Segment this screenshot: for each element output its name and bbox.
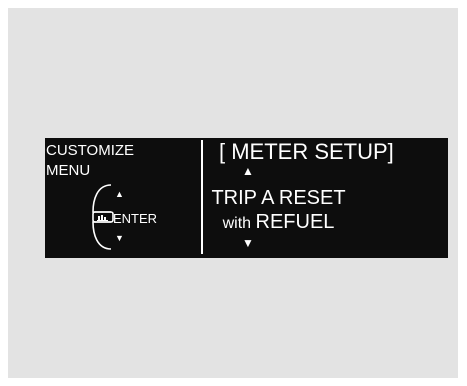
refuel-text: REFUEL — [255, 211, 335, 233]
instrument-display: CUSTOMIZE MENU ▲ ENTER ▼ [ METER SETUP] … — [45, 138, 448, 258]
wheel-up-arrow-icon: ▲ — [115, 189, 124, 199]
wheel-down-arrow-icon: ▼ — [115, 233, 124, 243]
meter-setup-title: [ METER SETUP] — [219, 139, 394, 164]
trip-a-reset-text: TRIP A RESET — [211, 187, 346, 209]
with-text: with — [222, 215, 252, 232]
enter-label: ENTER — [113, 211, 158, 226]
screen-down-arrow-icon: ▼ — [242, 236, 254, 250]
customize-menu-text: CUSTOMIZE MENU — [46, 142, 135, 179]
page-background: CUSTOMIZE MENU ▲ ENTER ▼ [ METER SETUP] … — [8, 8, 458, 378]
with-refuel-line: with REFUEL — [191, 210, 366, 236]
customize-menu-label: CUSTOMIZE MENU — [46, 141, 134, 181]
screen-up-arrow-icon: ▲ — [242, 164, 254, 178]
